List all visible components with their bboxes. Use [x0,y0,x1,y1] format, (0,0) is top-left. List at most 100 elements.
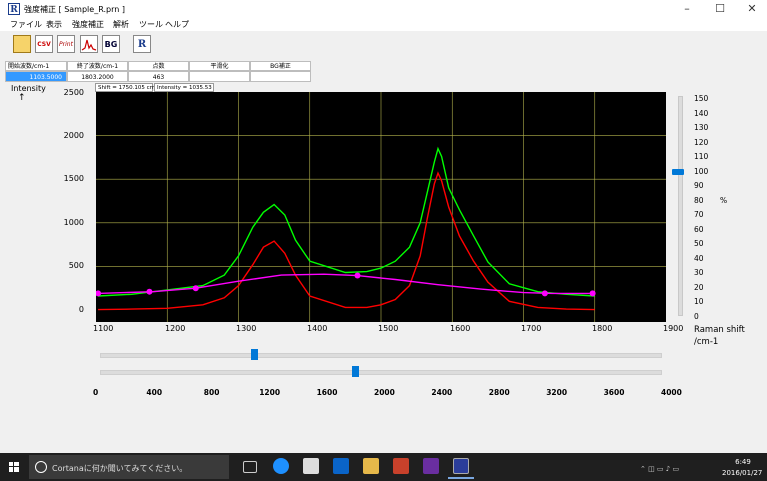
visual-studio-icon[interactable] [423,458,439,474]
header-smoothing: 平滑化 [189,61,250,71]
x-tick-label: 1900 [663,324,684,333]
percent-tick-label: 130 [694,123,709,133]
percent-tick-label: 0 [694,312,699,321]
minimize-button[interactable]: – [671,0,703,18]
y-tick-label: 500 [68,261,84,270]
percent-tick-label: 100 [694,166,709,176]
bg-icon[interactable]: BG [102,35,120,53]
menu-help[interactable]: ヘルプ [165,19,189,30]
powerpoint-icon[interactable] [393,458,409,474]
start-wavenumber-field[interactable]: 1103.5000 [5,71,67,82]
active-app-indicator [448,477,474,479]
y-tick-label: 1500 [63,174,84,183]
y-axis-arrow-icon: ↑ [18,93,26,103]
x-axis-unit: /cm-1 [694,337,719,347]
x-tick-label: 1300 [236,324,257,333]
x-tick-label: 1500 [378,324,399,333]
cortana-icon [35,461,47,473]
slider-scale-label: 1600 [316,388,338,397]
slider-scale-label: 0 [93,388,99,397]
slider-scale-label: 3600 [603,388,625,397]
cortana-search-placeholder: Cortanaに何か聞いてみてください。 [52,464,188,473]
start-range-slider-track[interactable] [100,353,662,358]
tray-icons[interactable]: ⌃ ◫ ▭ ♪ ▭ [640,465,679,473]
start-range-slider-thumb[interactable] [251,349,259,360]
percent-tick-label: 110 [694,152,709,162]
x-tick-label: 1400 [307,324,328,333]
smoothing-field[interactable] [189,71,250,82]
x-tick-label: 1600 [450,324,471,333]
slider-scale-label: 4000 [661,388,682,397]
baseline-anchor-point[interactable] [354,272,361,279]
window-title: 強度補正 [ Sample_R.prn ] [24,5,125,14]
end-range-slider-track[interactable] [100,370,662,375]
percent-tick-label: 150 [694,94,709,103]
slider-scale-label: 2800 [488,388,510,397]
maximize-button[interactable]: ☐ [704,0,736,18]
x-tick-label: 1800 [592,324,613,333]
percent-tick-label: 50 [694,239,704,249]
y-axis-title: Intensity [11,84,46,93]
header-start-wavenumber: 開始波数/cm-1 [5,61,67,71]
baseline-anchor-point[interactable] [192,285,199,292]
percent-slider-track[interactable] [678,96,683,316]
spectrum-icon[interactable] [80,35,98,53]
menu-file[interactable]: ファイル [10,19,42,30]
file-explorer-icon[interactable] [363,458,379,474]
percent-tick-label: 80 [694,195,704,205]
percent-unit: % [720,196,728,205]
points-field[interactable]: 463 [128,71,189,82]
raman-app-icon[interactable] [453,458,469,474]
slider-scale-label: 400 [146,388,163,397]
x-tick-label: 1100 [93,324,114,333]
bg-correction-field[interactable] [250,71,311,82]
folder-open-icon[interactable] [13,35,31,53]
end-wavenumber-field[interactable]: 1803.2000 [67,71,128,82]
edge-browser-icon[interactable] [273,458,289,474]
x-axis-title: Raman shift [694,325,745,335]
spectrum-plot[interactable] [96,92,666,322]
percent-tick-label: 70 [694,210,704,220]
menu-view[interactable]: 表示 [46,19,62,30]
baseline-anchor-point[interactable] [146,288,153,295]
x-tick-label: 1200 [165,324,186,333]
x-tick-label: 1700 [521,324,542,333]
y-tick-label: 2500 [63,88,84,97]
percent-tick-label: 60 [694,224,704,234]
close-button[interactable]: ✕ [736,0,767,18]
cursor-shift-readout: Shift = 1750.105 cm-1 [95,83,160,92]
print-icon[interactable]: Print [57,35,75,53]
menu-intensity-correction[interactable]: 強度補正 [72,19,104,30]
percent-tick-label: 40 [694,253,704,263]
y-tick-label: 0 [78,305,84,314]
percent-tick-label: 120 [694,137,709,147]
store-icon[interactable] [303,458,319,474]
y-tick-label: 2000 [63,131,84,140]
menu-bar: ファイル 表示 強度補正 解析 ツール ヘルプ [0,18,767,31]
percent-tick-label: 140 [694,108,709,118]
toolbar: CSV Print BG R [0,31,767,57]
clock-date: 2016/01/27 [722,469,763,477]
percent-tick-label: 30 [694,268,704,278]
baseline-anchor-point[interactable] [541,290,548,297]
percent-tick-label: 20 [694,282,704,292]
header-bg-correction: BG補正 [250,61,311,71]
outlook-icon[interactable] [333,458,349,474]
csv-icon[interactable]: CSV [35,35,53,53]
percent-tick-label: 90 [694,181,704,191]
y-tick-label: 1000 [63,218,84,227]
r-logo-icon[interactable]: R [133,35,151,53]
percent-slider-thumb[interactable] [672,168,684,175]
menu-analysis[interactable]: 解析 [113,19,129,30]
task-view-icon[interactable] [243,461,257,473]
clock-time: 6:49 [735,458,751,466]
baseline-anchor-point[interactable] [589,290,596,297]
windows-start-icon[interactable] [9,462,19,472]
slider-scale-label: 2400 [431,388,453,397]
menu-tools[interactable]: ツール [139,19,163,30]
slider-scale-label: 800 [203,388,220,397]
slider-scale-label: 3200 [546,388,568,397]
title-bar: R 強度補正 [ Sample_R.prn ] – ☐ ✕ [0,0,767,18]
cursor-intensity-readout: Intensity = 1035.53 [154,83,214,92]
end-range-slider-thumb[interactable] [351,366,359,377]
